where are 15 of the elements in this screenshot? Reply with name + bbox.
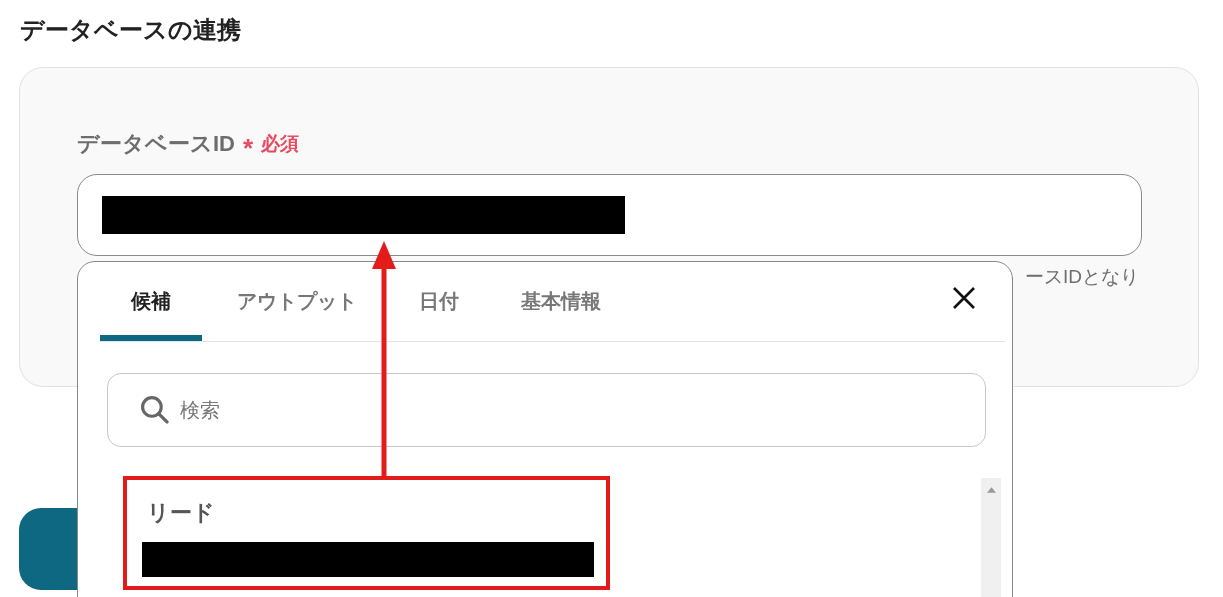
required-label: 必須 <box>261 132 300 156</box>
required-mark: * <box>243 132 254 161</box>
search-field[interactable]: 検索 <box>107 373 986 447</box>
tab[interactable]: 日付 <box>411 262 467 341</box>
field-label: データベースID <box>77 130 235 158</box>
scrollbar[interactable] <box>981 478 1001 597</box>
tab[interactable]: アウトプット <box>229 262 365 341</box>
field-hint: ースIDとなり <box>1025 265 1139 289</box>
input-field[interactable] <box>77 174 1142 256</box>
close-icon[interactable] <box>952 285 976 310</box>
list-item-title[interactable]: リード <box>147 498 215 528</box>
section-title: データベースの連携 <box>19 15 242 45</box>
arrow-icon <box>372 241 396 479</box>
tab[interactable]: 基本情報 <box>513 262 609 341</box>
tab[interactable]: 候補 <box>100 262 202 341</box>
